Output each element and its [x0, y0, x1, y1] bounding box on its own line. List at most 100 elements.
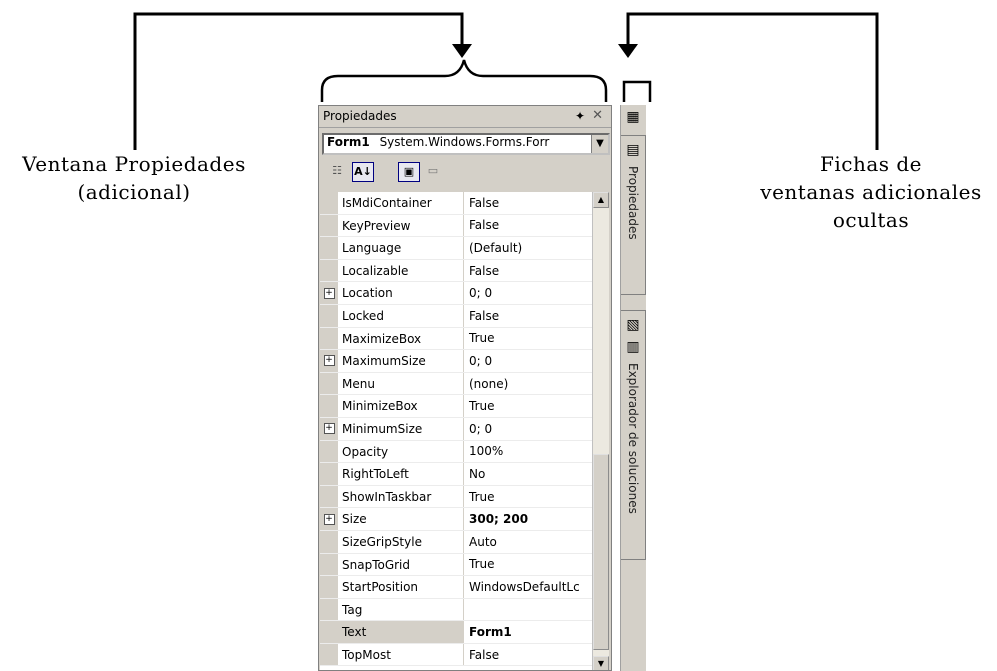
row-gutter — [320, 259, 338, 282]
row-gutter — [320, 440, 338, 463]
property-name: Opacity — [338, 440, 464, 463]
properties-titlebar[interactable]: Propiedades ✦ ✕ — [319, 106, 611, 128]
property-value[interactable]: No — [464, 467, 594, 481]
properties-window-icon: ▤ — [626, 142, 640, 158]
property-value[interactable]: Auto — [464, 535, 594, 549]
row-gutter — [320, 463, 338, 485]
property-row[interactable]: TopMost False — [320, 643, 594, 667]
property-value[interactable]: (Default) — [464, 241, 594, 255]
panel-title: Propiedades — [323, 109, 397, 123]
tab-properties-label: Propiedades — [626, 166, 640, 240]
scroll-up-icon[interactable]: ▲ — [593, 192, 609, 208]
tab-solution-explorer[interactable]: ▧ ▥ Explorador de soluciones — [621, 310, 646, 560]
property-value[interactable]: (none) — [464, 377, 594, 391]
row-gutter — [320, 485, 338, 508]
categorized-icon[interactable]: ☷ — [326, 162, 348, 182]
row-gutter: + — [320, 417, 338, 440]
property-value[interactable]: False — [464, 264, 594, 278]
property-value[interactable]: 300; 200 — [464, 512, 594, 526]
annotation-hidden-tabs: Fichas de ventanas adicionales ocultas — [760, 152, 982, 232]
property-value[interactable]: 100% — [464, 444, 594, 458]
property-value[interactable]: WindowsDefaultLc — [464, 580, 594, 594]
row-gutter — [320, 304, 338, 327]
hidden-windows-tab-strip: ▦ ▤ Propiedades ▧ ▥ Explorador de soluci… — [620, 105, 646, 671]
property-row[interactable]: + MinimumSize 0; 0 — [320, 417, 594, 441]
property-row[interactable]: Localizable False — [320, 259, 594, 283]
property-row[interactable]: IsMdiContainer False — [320, 192, 594, 215]
row-gutter: + — [320, 508, 338, 530]
property-name: IsMdiContainer — [338, 192, 464, 214]
expand-icon[interactable]: + — [323, 513, 335, 525]
property-value[interactable]: True — [464, 399, 594, 413]
alphabetical-icon[interactable]: A↓ — [352, 162, 374, 182]
property-value[interactable]: False — [464, 648, 594, 662]
property-value[interactable]: True — [464, 331, 594, 345]
scroll-down-icon[interactable]: ▼ — [593, 656, 609, 670]
property-row[interactable]: SnapToGrid True — [320, 553, 594, 577]
events-icon[interactable]: ▭ — [422, 162, 444, 182]
row-gutter — [320, 530, 338, 553]
property-name: MinimumSize — [338, 417, 464, 440]
properties-window: Propiedades ✦ ✕ Form1 System.Windows.For… — [318, 105, 612, 671]
chevron-down-icon[interactable]: ▼ — [591, 135, 608, 153]
row-gutter — [320, 621, 338, 643]
property-name: SnapToGrid — [338, 553, 464, 576]
property-value[interactable]: Form1 — [464, 625, 594, 639]
property-name: Text — [338, 621, 464, 643]
property-row[interactable]: MaximizeBox True — [320, 327, 594, 351]
property-row[interactable]: Language (Default) — [320, 237, 594, 260]
property-name: MaximizeBox — [338, 327, 464, 350]
property-row[interactable]: ShowInTaskbar True — [320, 485, 594, 509]
property-value[interactable]: False — [464, 196, 594, 210]
property-row[interactable]: Opacity 100% — [320, 440, 594, 464]
property-row[interactable]: Locked False — [320, 304, 594, 328]
expand-icon[interactable]: + — [323, 423, 335, 435]
object-selector[interactable]: Form1 System.Windows.Forms.Forr ▼ — [322, 133, 610, 155]
toolbox-icon[interactable]: ▦ — [625, 109, 641, 125]
property-value[interactable]: 0; 0 — [464, 354, 594, 368]
tab-properties[interactable]: ▤ Propiedades — [621, 135, 646, 295]
property-row[interactable]: + Location 0; 0 — [320, 282, 594, 305]
property-value[interactable]: True — [464, 557, 594, 571]
pin-icon[interactable]: ✦ — [575, 109, 585, 123]
property-name: StartPosition — [338, 576, 464, 598]
property-row[interactable]: StartPosition WindowsDefaultLc — [320, 576, 594, 599]
property-row[interactable]: SizeGripStyle Auto — [320, 530, 594, 554]
property-row[interactable]: RightToLeft No — [320, 463, 594, 486]
property-row[interactable]: + MaximumSize 0; 0 — [320, 350, 594, 373]
property-row[interactable]: KeyPreview False — [320, 214, 594, 238]
property-value[interactable]: False — [464, 309, 594, 323]
property-name: Localizable — [338, 259, 464, 282]
property-row[interactable]: Menu (none) — [320, 372, 594, 396]
property-value[interactable]: False — [464, 218, 594, 232]
row-gutter: + — [320, 350, 338, 372]
property-row[interactable]: + Size 300; 200 — [320, 508, 594, 531]
property-value[interactable]: 0; 0 — [464, 422, 594, 436]
property-name: KeyPreview — [338, 214, 464, 237]
properties-icon[interactable]: ▣ — [398, 162, 420, 182]
tab-solution-explorer-label: Explorador de soluciones — [626, 363, 640, 514]
row-gutter — [320, 372, 338, 395]
row-gutter: + — [320, 282, 338, 304]
property-value[interactable]: True — [464, 490, 594, 504]
property-name: MinimizeBox — [338, 395, 464, 417]
scroll-thumb[interactable] — [593, 454, 609, 650]
expand-icon[interactable]: + — [323, 287, 335, 299]
expand-icon[interactable]: + — [323, 355, 335, 367]
row-gutter — [320, 214, 338, 237]
property-row[interactable]: MinimizeBox True — [320, 395, 594, 418]
property-name: Location — [338, 282, 464, 304]
vertical-scrollbar[interactable]: ▲ ▼ — [592, 192, 609, 670]
property-value[interactable]: 0; 0 — [464, 286, 594, 300]
row-gutter — [320, 598, 338, 621]
solution-explorer-icon: ▥ — [626, 339, 640, 355]
row-gutter — [320, 576, 338, 598]
close-icon[interactable]: ✕ — [592, 108, 603, 123]
row-gutter — [320, 192, 338, 214]
property-row[interactable]: Tag — [320, 598, 594, 622]
property-name: SizeGripStyle — [338, 530, 464, 553]
property-row[interactable]: Text Form1 — [320, 621, 594, 644]
row-gutter — [320, 395, 338, 417]
property-name: RightToLeft — [338, 463, 464, 485]
property-name: TopMost — [338, 643, 464, 666]
